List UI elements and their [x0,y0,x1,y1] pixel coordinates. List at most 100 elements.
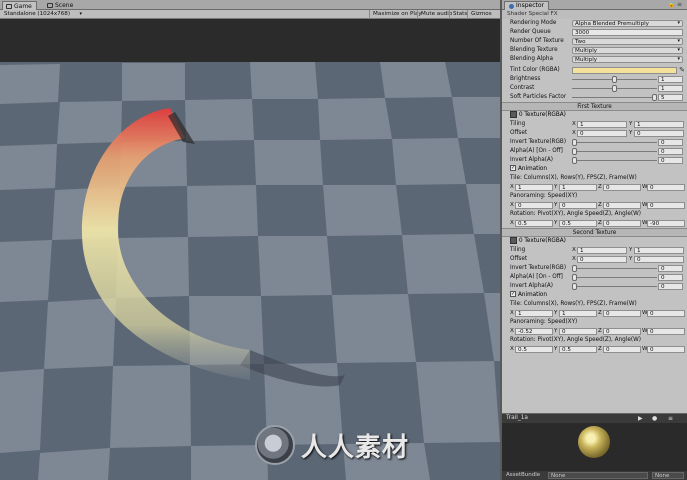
brightness-field[interactable]: 1 [658,76,683,83]
offset-x-field[interactable]: X0 [572,256,627,263]
invert-alpha-slider[interactable] [572,283,657,290]
slider-thumb[interactable] [572,148,577,155]
first-animation-toggle[interactable]: ✓ Animation [502,164,687,174]
checkbox-checked-icon[interactable]: ✓ [510,290,516,297]
tile-y-field[interactable]: Y1 [554,310,597,317]
assetbundle-variant-dropdown[interactable]: None [652,472,684,479]
pan-x-field[interactable]: X0 [510,202,553,209]
slider-thumb[interactable] [572,283,577,290]
tile-z-field[interactable]: Z0 [598,310,641,317]
rot-x-field[interactable]: X 0.5 [510,220,553,227]
tile-x-field[interactable]: X1 [510,184,553,191]
alpha-onoff-field[interactable]: 0 [658,148,683,155]
slider-thumb[interactable] [572,139,577,146]
pan-w-field[interactable]: W0 [642,202,685,209]
invert-alpha-field[interactable]: 0 [658,157,683,164]
brightness-slider[interactable] [572,76,657,83]
preview-mode-icon[interactable]: ● [652,414,657,423]
invert-rgb-field[interactable]: 0 [658,265,683,272]
render-queue-field[interactable]: 3000 [572,29,683,36]
checkbox-checked-icon[interactable]: ✓ [510,164,516,171]
slider-thumb[interactable] [572,157,577,164]
second-pan-row: X -0.52 Y0 Z0 W0 [502,327,687,336]
first-texture-slot[interactable]: 0 Texture(RGBA) [502,111,687,120]
pan-z-field[interactable]: Z0 [598,202,641,209]
offset-y-field[interactable]: Y0 [629,130,684,137]
tiling-x-field[interactable]: X1 [572,247,627,254]
blending-alpha-row: Blending Alpha Multiply ▾ [502,55,687,64]
play-icon[interactable]: ▶ [638,414,643,423]
offset-y-field[interactable]: Y0 [629,256,684,263]
tab-inspector[interactable]: Inspector [504,1,549,10]
tile-x-field[interactable]: X1 [510,310,553,317]
contrast-slider[interactable] [572,85,657,92]
rot-y-field[interactable]: Y 0.5 [554,220,597,227]
tile-y-field[interactable]: Y1 [554,184,597,191]
blending-texture-dropdown[interactable]: Multiply ▾ [572,47,683,54]
preview-sphere[interactable] [578,426,610,458]
inspector-tabbar: Inspector 🔒≡ [502,0,687,10]
tab-game[interactable]: Game [2,1,37,10]
assetbundle-dropdown[interactable]: None [548,472,648,479]
game-view: Game Scene Standalone (1024x768) ▾ Maxim… [0,0,500,480]
texture-thumbnail[interactable] [510,237,517,244]
slider-thumb[interactable] [611,76,617,83]
contrast-field[interactable]: 1 [658,85,683,92]
alpha-onoff-slider[interactable] [572,274,657,281]
pan-z-field[interactable]: Z0 [598,328,641,335]
eyedropper-icon[interactable]: ✎ [679,66,685,75]
chevron-down-icon: ▾ [677,56,680,62]
invert-rgb-field[interactable]: 0 [658,139,683,146]
first-pan-label: Panoraming: Speed(XY) [510,193,578,199]
contrast-label: Contrast [510,85,535,91]
pan-y-field[interactable]: Y0 [554,202,597,209]
blending-alpha-dropdown[interactable]: Multiply ▾ [572,56,683,63]
tile-z-field[interactable]: Z0 [598,184,641,191]
rot-w-field[interactable]: W -90 [642,220,685,227]
tile-w-field[interactable]: W0 [642,310,685,317]
rot-w-field[interactable]: W0 [642,346,685,353]
alpha-onoff-field[interactable]: 0 [658,274,683,281]
soft-particles-field[interactable]: 5 [658,94,683,101]
tab-scene[interactable]: Scene [44,1,77,10]
slider-thumb[interactable] [611,85,617,92]
render-queue-row: Render Queue 3000 [502,28,687,37]
soft-particles-slider[interactable] [572,94,658,101]
number-of-texture-dropdown[interactable]: Two ▾ [572,38,683,45]
game-tabbar: Game Scene [0,0,500,10]
second-animation-toggle[interactable]: ✓ Animation [502,290,687,300]
rendering-mode-dropdown[interactable]: Alpha Blended Premultiply ▾ [572,20,683,27]
rot-y-field[interactable]: Y 0.5 [554,346,597,353]
offset-x-field[interactable]: X0 [572,130,627,137]
alpha-onoff-slider[interactable] [572,148,657,155]
pan-x-field[interactable]: X -0.52 [510,328,553,335]
invert-rgb-slider[interactable] [572,139,657,146]
second-texture-slot[interactable]: 0 Texture(RGBA) [502,237,687,246]
assetbundle-bar: AssetBundle None None [502,471,687,480]
tile-w-field[interactable]: W0 [642,184,685,191]
slider-thumb[interactable] [572,274,577,281]
slider-thumb[interactable] [572,265,577,272]
invert-alpha-slider[interactable] [572,157,657,164]
tiling-x-field[interactable]: X1 [572,121,627,128]
game-viewport[interactable] [0,20,500,480]
slider-thumb[interactable] [652,94,658,101]
pan-y-field[interactable]: Y0 [554,328,597,335]
shader-row[interactable]: Shader Special FX [502,10,687,19]
tiling-y-field[interactable]: Y1 [629,247,684,254]
menu-icon[interactable]: ≡ [668,414,673,423]
rot-z-field[interactable]: Z0 [598,346,641,353]
texture-thumbnail[interactable] [510,111,517,118]
gizmos-button[interactable]: Gizmos [467,10,495,19]
rot-x-field[interactable]: X 0.5 [510,346,553,353]
invert-rgb-slider[interactable] [572,265,657,272]
tiling-y-field[interactable]: Y1 [629,121,684,128]
info-icon [509,3,514,9]
resolution-dropdown[interactable]: Standalone (1024x768) ▾ [2,11,84,18]
rot-z-field[interactable]: Z0 [598,220,641,227]
pan-w-field[interactable]: W0 [642,328,685,335]
number-of-texture-row: Number Of Texture Two ▾ [502,37,687,46]
invert-alpha-field[interactable]: 0 [658,283,683,290]
panel-menu-icon[interactable]: 🔒≡ [668,1,685,8]
tint-color-field[interactable] [572,67,677,74]
